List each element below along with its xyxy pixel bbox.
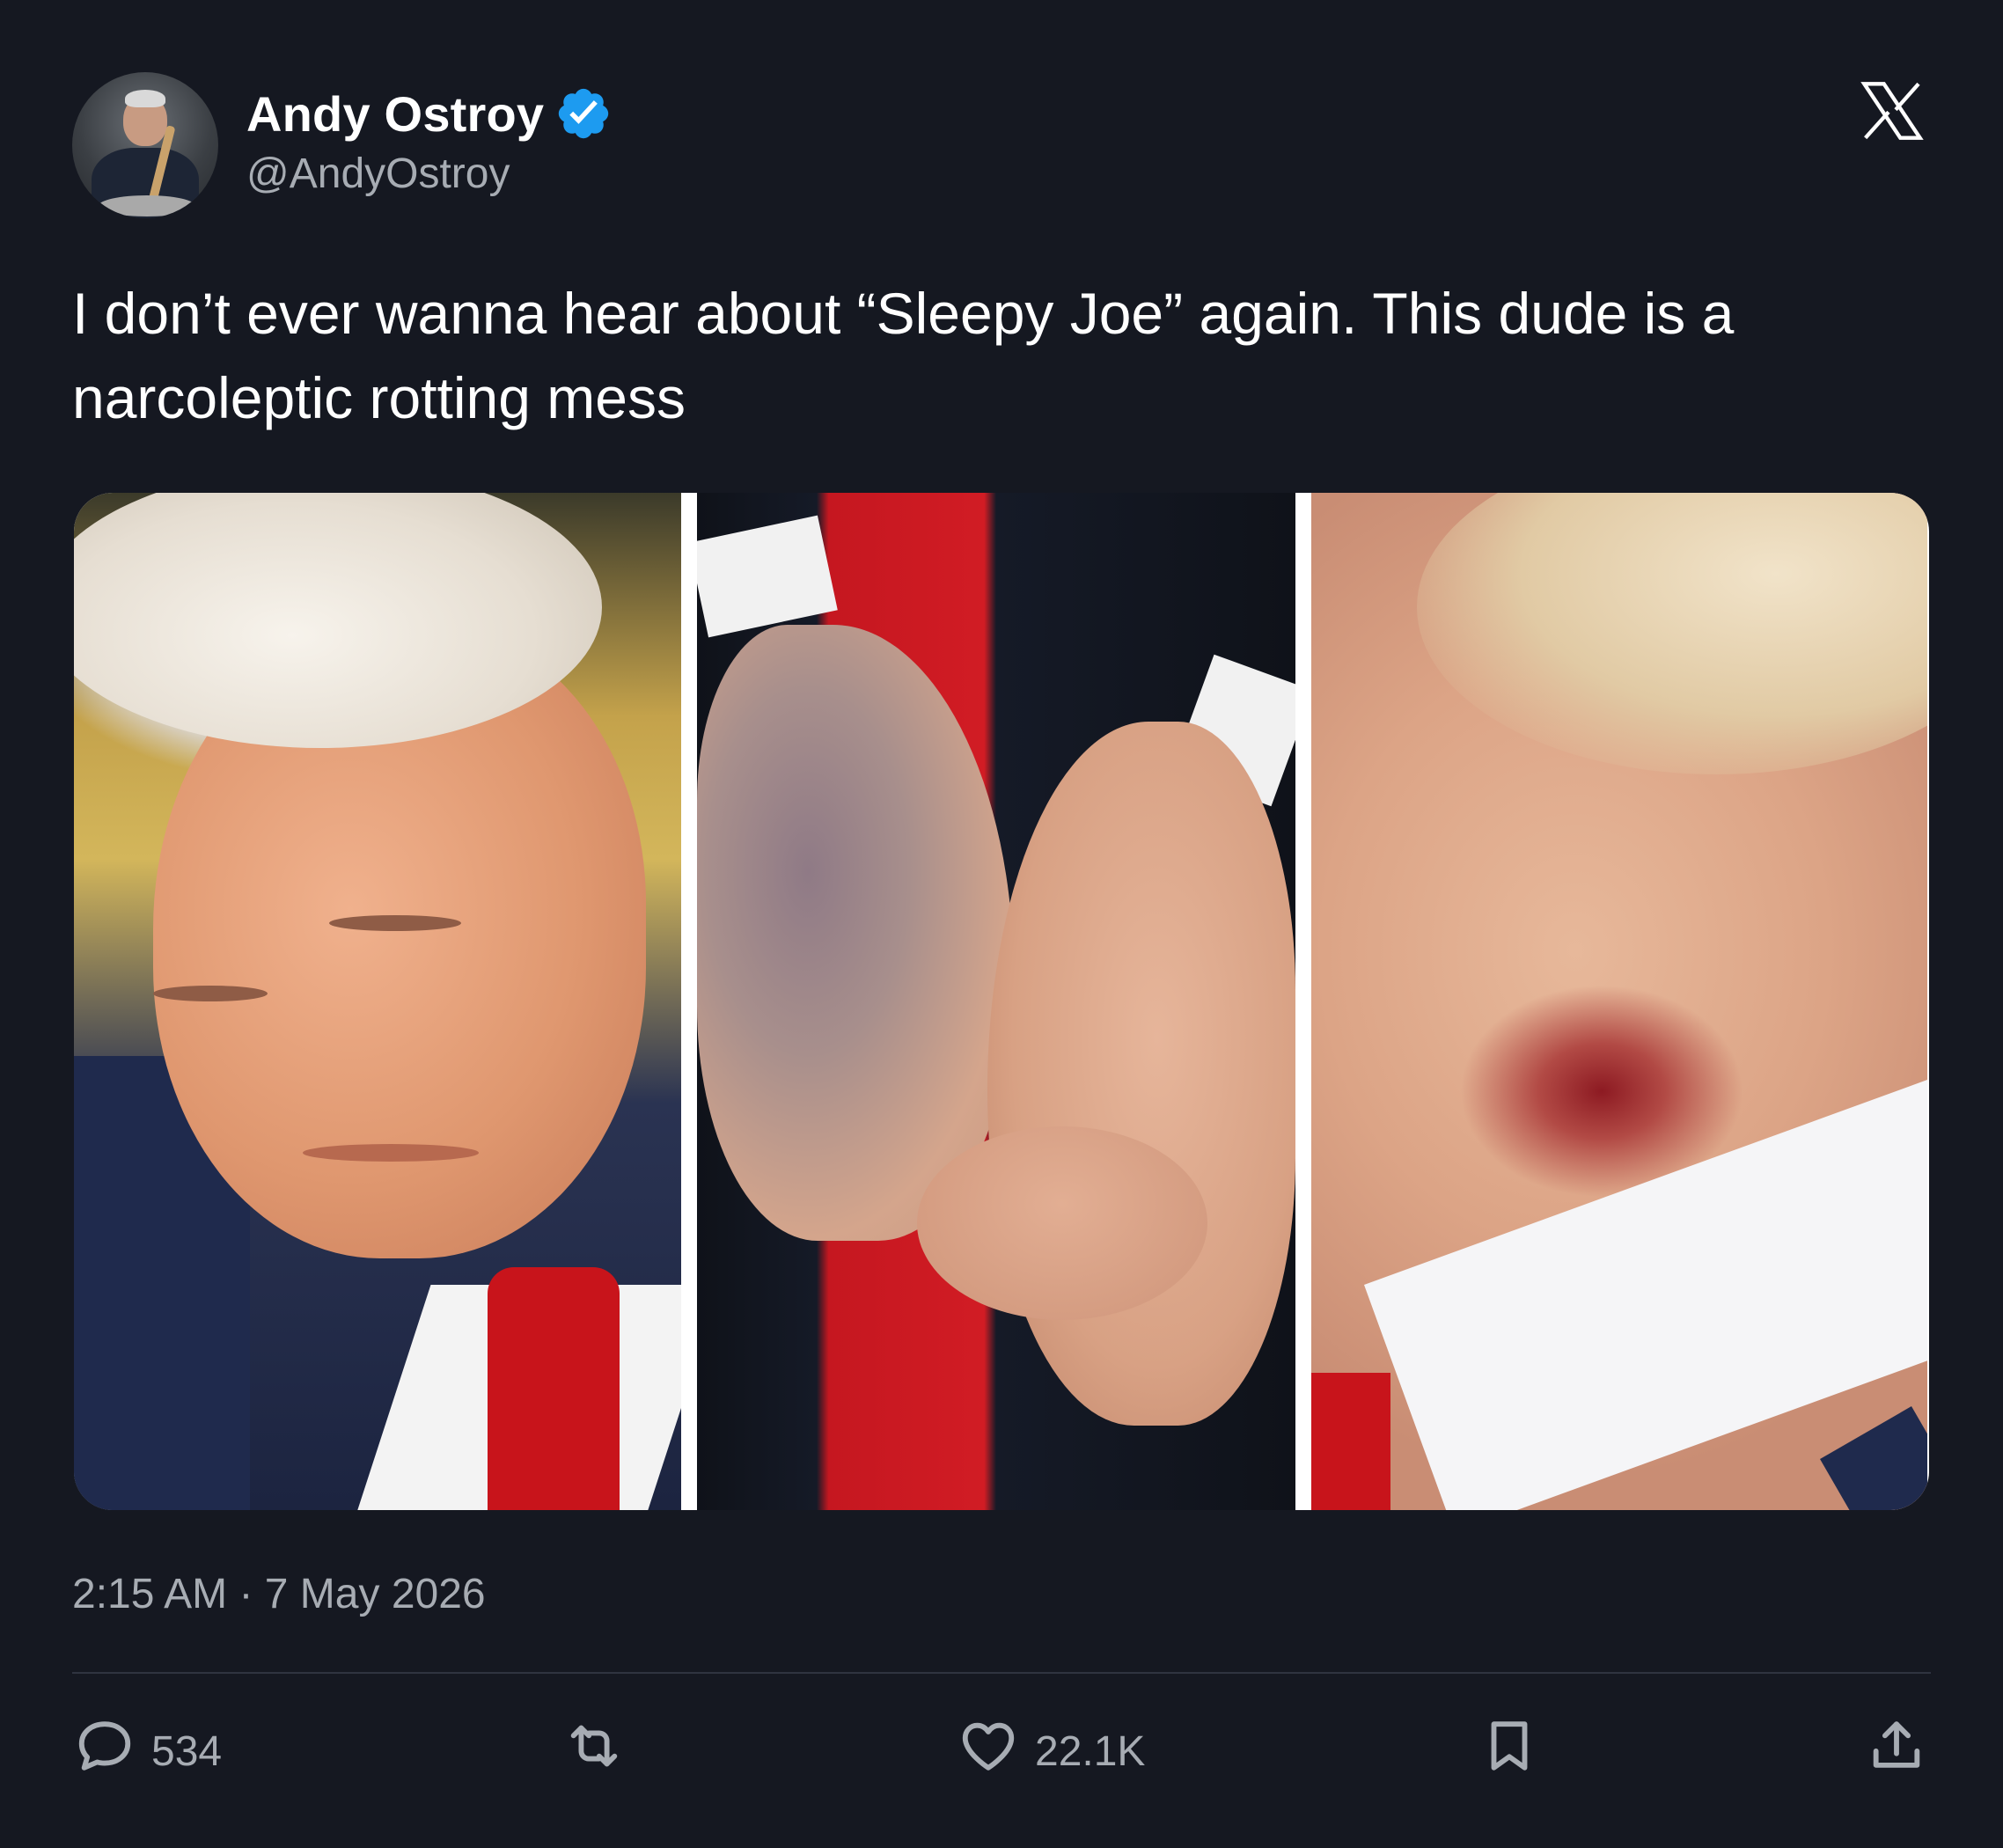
bookmark-icon bbox=[1478, 1715, 1540, 1787]
media-grid[interactable] bbox=[74, 493, 1929, 1510]
retweet-icon bbox=[563, 1715, 625, 1787]
avatar[interactable] bbox=[72, 72, 218, 218]
action-bar: 534 22.1K bbox=[0, 1707, 2003, 1795]
bookmark-button[interactable] bbox=[1478, 1707, 1540, 1795]
reply-button[interactable]: 534 bbox=[74, 1707, 222, 1795]
media-image-sleeping-face[interactable] bbox=[74, 493, 681, 1510]
media-image-bruised-hands[interactable] bbox=[697, 493, 1295, 1510]
tweet-text: I don’t ever wanna hear about “Sleepy Jo… bbox=[72, 281, 1735, 430]
reply-icon bbox=[74, 1715, 136, 1787]
like-count: 22.1K bbox=[1035, 1727, 1146, 1775]
author-name[interactable]: Andy Ostroy bbox=[246, 85, 544, 143]
heart-icon bbox=[957, 1715, 1019, 1787]
tweet-timestamp[interactable]: 2:15 AM · 7 May 2026 bbox=[72, 1570, 486, 1618]
reply-count: 534 bbox=[151, 1727, 223, 1775]
share-icon bbox=[1866, 1715, 1927, 1787]
divider bbox=[72, 1672, 1931, 1674]
author-handle[interactable]: @AndyOstroy bbox=[246, 150, 510, 198]
like-button[interactable]: 22.1K bbox=[957, 1707, 1145, 1795]
media-image-neck-lesion[interactable] bbox=[1311, 493, 1927, 1510]
retweet-button[interactable] bbox=[563, 1707, 625, 1795]
verified-badge-icon bbox=[554, 84, 613, 143]
x-logo-icon[interactable] bbox=[1857, 76, 1927, 146]
tweet-card: Andy Ostroy @AndyOstroy I don’t ever wan… bbox=[0, 0, 2003, 1848]
author-name-row: Andy Ostroy bbox=[246, 84, 613, 143]
share-button[interactable] bbox=[1866, 1707, 1927, 1795]
